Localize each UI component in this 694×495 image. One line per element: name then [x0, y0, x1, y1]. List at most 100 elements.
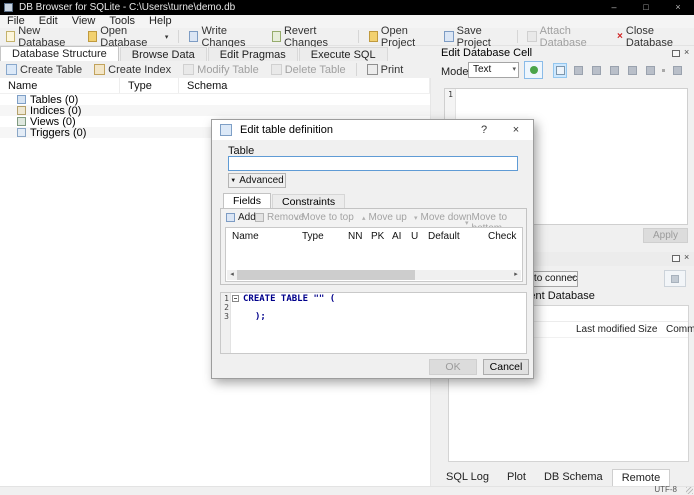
modify-table-button[interactable]: Modify Table — [177, 61, 265, 79]
attach-database-button[interactable]: Attach Database — [521, 24, 611, 49]
print-button[interactable]: Print — [361, 61, 410, 79]
maximize-icon[interactable]: □ — [630, 0, 662, 15]
advanced-button[interactable]: ▼ Advanced — [228, 173, 286, 188]
print-cell-icon[interactable] — [670, 63, 684, 78]
column-commit[interactable]: Commit — [666, 324, 694, 335]
save-project-button[interactable]: Save Project — [438, 25, 512, 49]
tab-execute-sql[interactable]: Execute SQL — [298, 47, 388, 61]
attach-database-label: Attach Database — [539, 24, 587, 49]
column-nn[interactable]: NN — [348, 231, 362, 242]
close-panel-icon[interactable]: × — [684, 47, 689, 57]
delete-table-icon — [270, 64, 282, 75]
tables-icon — [17, 95, 26, 104]
scrollbar-thumb[interactable] — [237, 270, 415, 280]
scroll-right-icon[interactable]: ▸ — [511, 270, 521, 280]
scroll-left-icon[interactable]: ◂ — [227, 270, 237, 280]
column-ai[interactable]: AI — [392, 231, 401, 242]
delete-table-button[interactable]: Delete Table — [265, 61, 352, 79]
column-u[interactable]: U — [411, 231, 418, 242]
column-check[interactable]: Check — [488, 231, 516, 242]
window-title: DB Browser for SQLite - C:\Users\turne\d… — [19, 2, 236, 13]
resize-grip[interactable] — [686, 487, 693, 494]
move-down-icon: ▾ — [414, 214, 418, 222]
dialog-close-icon[interactable]: × — [507, 122, 525, 138]
column-size[interactable]: Size — [638, 324, 657, 335]
column-default[interactable]: Default — [428, 231, 460, 242]
cancel-button[interactable]: Cancel — [483, 359, 529, 375]
app-icon — [4, 3, 13, 12]
tree-item-indices[interactable]: Indices (0) — [0, 105, 430, 117]
close-database-label: Close Database — [625, 24, 673, 49]
export-icon[interactable] — [607, 63, 621, 78]
column-pk[interactable]: PK — [371, 231, 384, 242]
auto-switch-mode-button[interactable] — [524, 61, 543, 79]
float-panel-icon[interactable] — [672, 50, 680, 57]
tree-column-schema[interactable]: Schema — [179, 78, 430, 93]
revert-changes-button[interactable]: Revert Changes — [266, 24, 354, 49]
new-database-icon — [6, 31, 16, 42]
column-last-modified[interactable]: Last modified — [576, 324, 635, 335]
move-up-label: Move up — [368, 212, 407, 223]
column-type[interactable]: Type — [302, 231, 324, 242]
move-up-button[interactable]: ▴ Move up — [362, 212, 407, 223]
revert-changes-label: Revert Changes — [283, 24, 329, 49]
close-database-button[interactable]: × Close Database — [611, 24, 694, 49]
import-icon[interactable] — [589, 63, 603, 78]
word-wrap-icon[interactable] — [553, 62, 567, 78]
tree-column-type[interactable]: Type — [120, 78, 179, 93]
add-icon — [226, 213, 235, 222]
save-icon[interactable] — [643, 63, 657, 78]
column-name[interactable]: Name — [232, 231, 259, 242]
create-index-button[interactable]: Create Index — [88, 61, 177, 79]
write-changes-button[interactable]: Write Changes — [183, 24, 266, 49]
write-changes-icon — [189, 31, 199, 42]
set-null-icon[interactable] — [625, 63, 639, 78]
window-controls: – □ × — [598, 0, 694, 15]
apply-button[interactable]: Apply — [643, 228, 688, 243]
open-project-icon — [368, 31, 378, 42]
tree-column-name[interactable]: Name — [0, 78, 120, 93]
toolbar-separator — [516, 30, 518, 43]
tab-fields[interactable]: Fields — [223, 193, 272, 208]
sql-preview[interactable]: 1 2 3 CREATE TABLE "" ( ); — [220, 292, 527, 354]
move-down-button[interactable]: ▾ Move down — [414, 212, 472, 223]
tab-browse-data[interactable]: Browse Data — [119, 47, 207, 61]
float-panel-icon[interactable] — [672, 255, 680, 262]
add-field-button[interactable]: Add — [226, 212, 256, 223]
triggers-icon — [17, 128, 26, 137]
encoding-status[interactable]: UTF-8 — [654, 485, 677, 494]
attach-database-icon — [527, 31, 537, 42]
move-to-top-button[interactable]: ▴ Move to top — [295, 212, 354, 223]
mode-select[interactable]: Text ▾ — [468, 62, 519, 78]
horizontal-scrollbar[interactable]: ◂ ▸ — [227, 270, 521, 280]
close-icon[interactable]: × — [662, 0, 694, 15]
move-top-icon: ▴ — [295, 214, 299, 222]
create-table-button[interactable]: Create Table — [0, 61, 88, 79]
tab-sql-log[interactable]: SQL Log — [437, 469, 498, 485]
tree-item-tables[interactable]: Tables (0) — [0, 94, 430, 106]
tab-plot[interactable]: Plot — [498, 469, 535, 485]
main-toolbar: New Database Open Database ▾ Write Chang… — [0, 24, 694, 49]
fold-marker-icon[interactable] — [232, 295, 239, 302]
save-project-icon — [444, 31, 454, 42]
cell-editor-toolbar — [553, 62, 684, 78]
edit-cell-panel-title: Edit Database Cell — [441, 47, 533, 59]
connect-button[interactable] — [664, 270, 686, 287]
tab-database-structure[interactable]: Database Structure — [0, 46, 119, 61]
ok-button[interactable]: OK — [429, 359, 477, 375]
auto-switch-icon — [530, 66, 538, 74]
new-database-button[interactable]: New Database — [0, 25, 82, 49]
tab-db-schema[interactable]: DB Schema — [535, 469, 612, 485]
open-project-button[interactable]: Open Project — [363, 25, 439, 49]
help-icon[interactable]: ? — [475, 122, 493, 138]
table-name-input[interactable] — [228, 156, 518, 171]
write-changes-label: Write Changes — [201, 24, 246, 49]
tab-constraints[interactable]: Constraints — [272, 194, 346, 208]
binary-mode-icon[interactable] — [571, 63, 585, 78]
chevron-down-icon[interactable]: ▾ — [165, 33, 169, 41]
minimize-icon[interactable]: – — [598, 0, 630, 15]
tab-edit-pragmas[interactable]: Edit Pragmas — [207, 47, 298, 61]
close-panel-icon[interactable]: × — [684, 252, 689, 262]
open-database-button[interactable]: Open Database ▾ — [82, 25, 174, 49]
dialog-title-bar[interactable]: Edit table definition ? × — [212, 120, 533, 140]
